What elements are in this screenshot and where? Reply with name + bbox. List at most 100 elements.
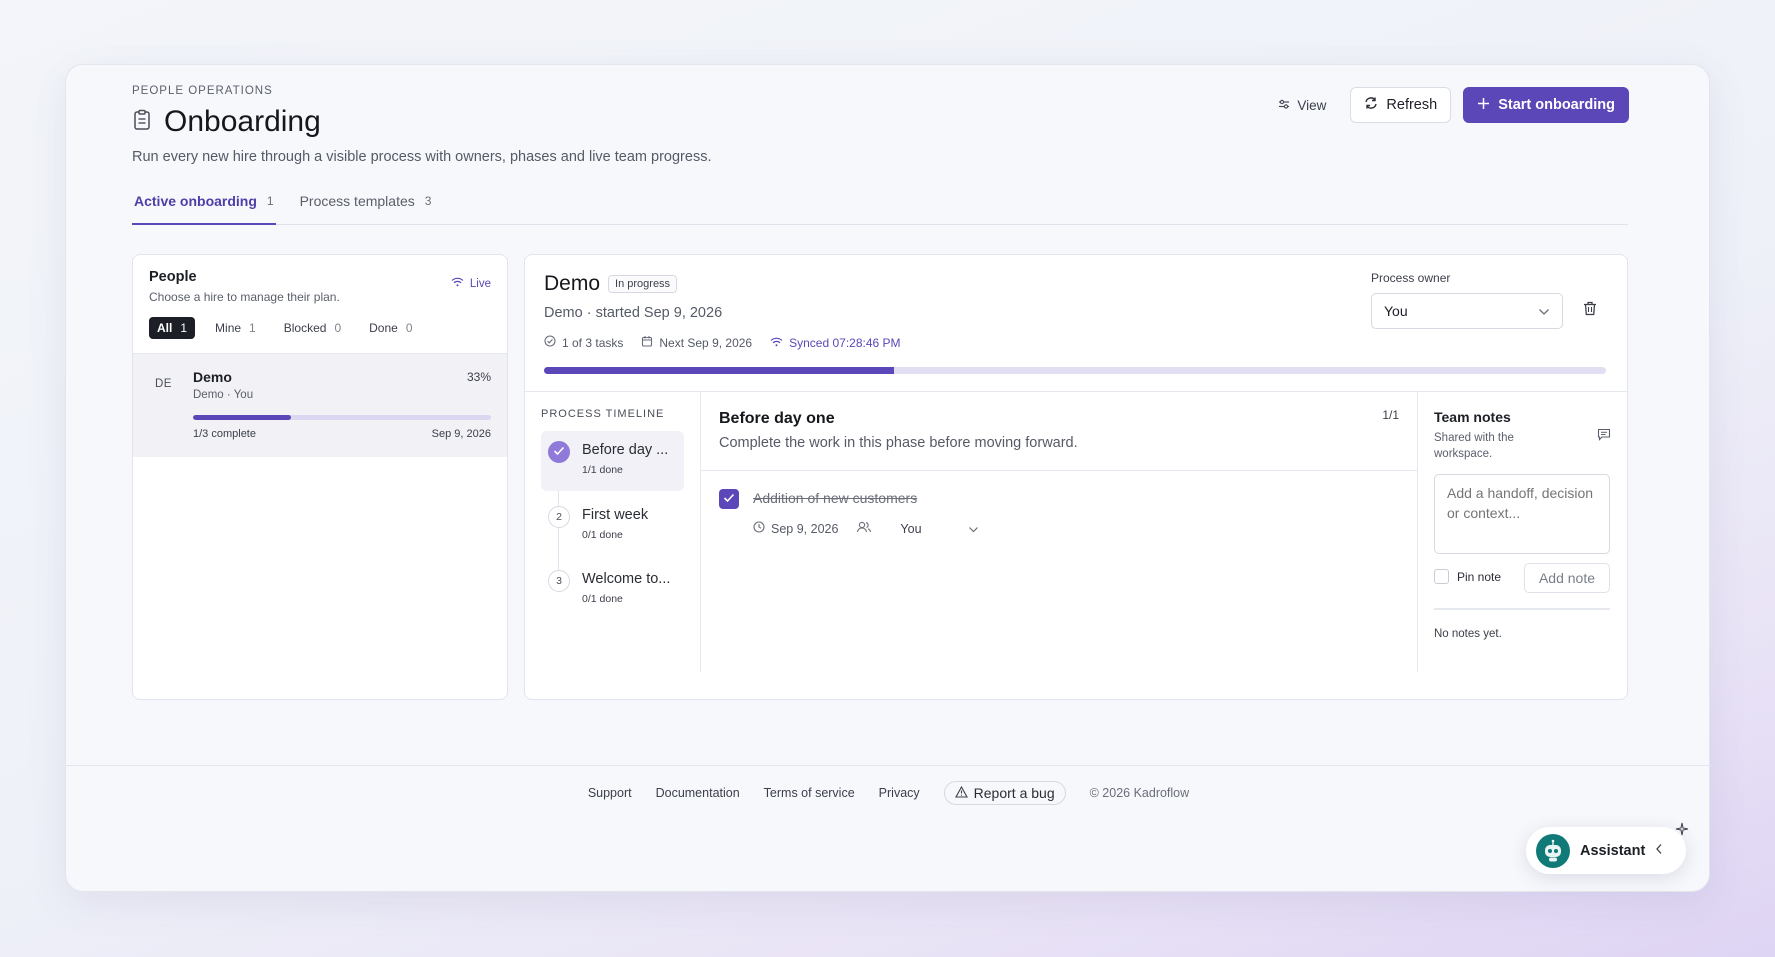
filter-label: All <box>157 321 173 335</box>
timeline-phase-1[interactable]: Before day ... 1/1 done <box>541 431 684 491</box>
footer-divider <box>66 765 1711 766</box>
note-input[interactable] <box>1434 474 1610 554</box>
phase-subtitle: Complete the work in this phase before m… <box>719 435 1078 451</box>
phase-label: Welcome to... <box>582 571 671 587</box>
divider <box>701 470 1417 471</box>
footer: Support Documentation Terms of service P… <box>66 781 1711 805</box>
check-icon <box>553 446 565 459</box>
tab-count: 3 <box>424 194 432 208</box>
detail-meta: 1 of 3 tasks Next Sep 9, 2026 Synced 07:… <box>544 335 901 350</box>
person-list-item[interactable]: DE Demo Demo · You 33% 1/3 complete Sep … <box>133 353 507 457</box>
people-filters: All 1 Mine 1 Blocked 0 Done 0 <box>149 317 421 339</box>
next-label: Next Sep 9, 2026 <box>659 335 753 350</box>
person-progress-bar <box>193 415 491 420</box>
progress-fill <box>544 367 895 374</box>
view-label: View <box>1297 97 1327 113</box>
person-percent: 33% <box>466 370 491 384</box>
timeline-label: PROCESS TIMELINE <box>541 408 665 420</box>
progress-fill <box>193 415 292 420</box>
task-checkbox[interactable] <box>719 489 739 509</box>
assistant-launcher[interactable]: Assistant <box>1526 827 1686 874</box>
person-subtitle: Demo · You <box>193 389 254 401</box>
filter-mine[interactable]: Mine 1 <box>207 317 264 339</box>
process-owner-label: Process owner <box>1371 271 1451 285</box>
detail-subtitle: Demo · started Sep 9, 2026 <box>544 305 723 321</box>
notes-empty-state: No notes yet. <box>1434 628 1502 640</box>
page-title: Onboarding <box>164 105 321 138</box>
assistant-label: Assistant <box>1580 842 1646 859</box>
tab-bar: Active onboarding 1 Process templates 3 <box>132 193 1628 225</box>
phase-label: Before day ... <box>582 442 669 458</box>
timeline-phase-3[interactable]: 3 Welcome to... 0/1 done <box>541 560 684 620</box>
pin-note-toggle[interactable]: Pin note <box>1434 569 1501 584</box>
filter-count: 1 <box>249 321 256 335</box>
users-icon <box>856 521 872 536</box>
filter-count: 0 <box>405 321 413 335</box>
detail-title-row: Demo In progress <box>544 272 678 296</box>
view-button[interactable]: View <box>1266 90 1338 121</box>
synced-label: Synced 07:28:46 PM <box>789 335 901 350</box>
status-badge: In progress <box>608 275 678 293</box>
tab-label: Active onboarding <box>134 193 257 209</box>
wifi-icon <box>451 277 464 290</box>
sparkle-icon <box>1675 822 1689 841</box>
footer-link-privacy[interactable]: Privacy <box>879 786 920 800</box>
filter-label: Mine <box>215 321 242 335</box>
task-due: Sep 9, 2026 <box>753 521 838 536</box>
tab-count: 1 <box>266 194 274 208</box>
filter-done[interactable]: Done 0 <box>361 317 420 339</box>
task-assignee-select[interactable]: You <box>900 522 978 536</box>
check-circle-icon <box>544 335 556 350</box>
people-subtitle: Choose a hire to manage their plan. <box>149 290 340 304</box>
filter-count: 1 <box>180 321 188 335</box>
refresh-button[interactable]: Refresh <box>1350 87 1452 123</box>
delete-button[interactable] <box>1583 301 1597 321</box>
footer-link-documentation[interactable]: Documentation <box>656 786 740 800</box>
task-name: Addition of new customers <box>753 490 918 506</box>
message-icon <box>1597 428 1611 446</box>
onboarding-detail-panel: Demo In progress Demo · started Sep 9, 2… <box>524 254 1628 700</box>
process-owner-select[interactable]: You <box>1371 293 1563 329</box>
phase-label: First week <box>582 507 649 523</box>
clipboard-icon <box>132 109 152 136</box>
footer-link-support[interactable]: Support <box>588 786 632 800</box>
timeline-phase-2[interactable]: 2 First week 0/1 done <box>541 496 684 556</box>
pin-checkbox[interactable] <box>1434 569 1449 584</box>
filter-count: 0 <box>334 321 342 335</box>
start-onboarding-label: Start onboarding <box>1498 97 1615 113</box>
phase-number: 2 <box>548 506 570 528</box>
page-title-row: Onboarding <box>132 105 321 139</box>
overall-progress-bar <box>544 367 1606 374</box>
tasks-label: 1 of 3 tasks <box>562 335 624 350</box>
app-window: PEOPLE OPERATIONS Onboarding Run every n… <box>65 64 1711 892</box>
tab-active-onboarding[interactable]: Active onboarding 1 <box>132 193 276 225</box>
footer-link-terms[interactable]: Terms of service <box>764 786 855 800</box>
sliders-icon <box>1278 98 1290 113</box>
live-indicator: Live <box>451 277 491 290</box>
tab-process-templates[interactable]: Process templates 3 <box>298 193 434 225</box>
phase-status-circle <box>548 441 570 463</box>
filter-blocked[interactable]: Blocked 0 <box>276 317 349 339</box>
avatar: DE <box>155 378 172 390</box>
phase-done: 1/1 done <box>582 464 623 476</box>
task-date: Sep 9, 2026 <box>771 521 839 536</box>
synced-meta: Synced 07:28:46 PM <box>770 335 901 350</box>
chevron-down-icon <box>1538 303 1550 319</box>
add-note-button[interactable]: Add note <box>1524 563 1610 593</box>
tasks-meta: 1 of 3 tasks <box>544 335 623 350</box>
report-bug-label: Report a bug <box>973 785 1055 801</box>
robot-avatar-icon <box>1536 833 1570 868</box>
people-panel: People Choose a hire to manage their pla… <box>132 254 508 700</box>
start-onboarding-button[interactable]: Start onboarding <box>1463 87 1629 123</box>
page-subtitle: Run every new hire through a visible pro… <box>132 149 712 165</box>
live-label: Live <box>469 277 491 290</box>
tab-label: Process templates <box>299 193 415 209</box>
refresh-icon <box>1364 96 1378 114</box>
phase-detail: Before day one 1/1 Complete the work in … <box>701 392 1417 672</box>
report-bug-button[interactable]: Report a bug <box>943 781 1066 805</box>
check-icon <box>723 490 735 508</box>
person-name: Demo <box>193 369 232 385</box>
filter-all[interactable]: All 1 <box>149 317 196 339</box>
chevron-down-icon <box>968 522 979 536</box>
phase-title: Before day one <box>719 410 835 427</box>
